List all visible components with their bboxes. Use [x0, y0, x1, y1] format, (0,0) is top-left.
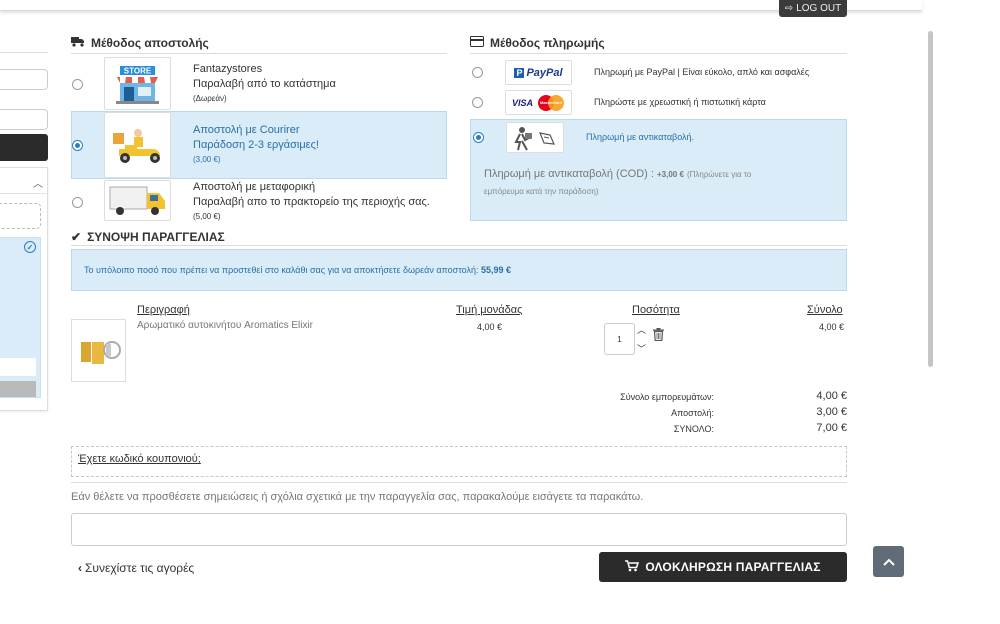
shipping-option-name: Fantazystores — [193, 63, 263, 75]
payment-option-paypal[interactable]: P PayPal Πληρωμή με PayPal | Είναι εύκολ… — [470, 59, 846, 87]
truck-image — [104, 180, 171, 221]
logout-icon: ⇨ — [784, 3, 794, 14]
payment-option-card[interactable]: VISA MasterCard Πληρώστε με χρεωστική ή … — [470, 89, 846, 117]
shipping-radio[interactable] — [72, 140, 83, 151]
shipping-option-desc: Παραλαβή από το κατάστημα — [193, 78, 336, 90]
column-header-unit-price[interactable]: Τιμή μονάδας — [456, 304, 522, 316]
mastercard-icon: MasterCard — [537, 94, 565, 111]
svg-text:STORE: STORE — [124, 67, 152, 76]
quantity-input[interactable]: 1 — [604, 323, 635, 355]
cod-fee: +3,00 € — [657, 170, 684, 179]
logout-button[interactable]: ⇨ LOG OUT — [779, 0, 847, 17]
paypal-logo: P PayPal — [505, 60, 572, 85]
left-panel-divider — [0, 52, 48, 53]
cod-image — [506, 122, 564, 153]
column-header-total[interactable]: Σύνολο — [807, 304, 843, 316]
product-unit-price: 4,00 € — [477, 322, 503, 332]
payment-option-text: Πληρωμή με PayPal | Είναι εύκολο, απλό κ… — [594, 67, 810, 77]
shipping-option-store[interactable]: STORE Fantazystores Παραλαβή από το κατά… — [71, 56, 447, 111]
continue-shopping-link[interactable]: ‹ Συνεχίστε τις αγορές — [78, 561, 194, 575]
grand-total-value: 7,00 € — [816, 422, 847, 434]
subtotal-value: 4,00 € — [816, 390, 847, 402]
payment-radio[interactable] — [473, 132, 484, 143]
payment-radio[interactable] — [472, 67, 483, 78]
coupon-section[interactable]: Έχετε κωδικό κουπονιού; — [71, 446, 847, 477]
summary-section-title: ✔ ΣΥΝΟΨΗ ΠΑΡΑΓΓΕΛΙΑΣ — [71, 230, 225, 244]
column-header-description[interactable]: Περιγραφή — [137, 304, 190, 316]
product-total: 4,00 € — [819, 322, 845, 332]
product-name[interactable]: Αρωματικό αυτοκινήτου Aromatics Elixir — [137, 320, 313, 331]
chevron-left-icon: ‹ — [78, 561, 82, 575]
left-panel-dashed-field[interactable] — [0, 203, 41, 229]
shipping-option-price: (Δωρεάν) — [193, 94, 227, 103]
shipping-option-freight[interactable]: Αποστολή με μεταφορική Παραλαβή απο το π… — [71, 179, 447, 234]
cart-icon — [625, 559, 640, 575]
checkout-button[interactable]: ΟΛΟΚΛΗΡΩΣΗ ΠΑΡΑΓΓΕΛΙΑΣ — [599, 552, 847, 582]
payment-option-text: Πληρώστε με χρεωστική ή πιστωτική κάρτα — [594, 97, 766, 107]
cod-note: (Πληρώνετε για το — [686, 170, 752, 179]
shipping-option-name: Αποστολή με μεταφορική — [193, 181, 316, 193]
chevron-up-icon[interactable]: ︿ — [33, 175, 43, 190]
shipping-option-desc: Παραλαβή απο το πρακτορείο της περιοχής … — [193, 196, 430, 208]
left-panel-row — [0, 358, 36, 376]
payment-section-title: Μέθοδος πληρωμής — [470, 36, 605, 50]
shipping-divider — [71, 53, 447, 54]
cod-note: εμπόρευμα κατά την παράδοση) — [484, 187, 599, 196]
left-panel-button[interactable] — [0, 134, 48, 161]
shipping-option-courier[interactable]: Αποστολή με Courirer Παράδοση 2-3 εργάσι… — [71, 111, 447, 179]
credit-card-icon — [470, 36, 484, 50]
left-panel-button[interactable] — [0, 381, 36, 397]
scrollbar-thumb[interactable] — [928, 31, 933, 367]
scroll-to-top-button[interactable] — [873, 546, 904, 577]
shipping-cost-label: Αποστολή: — [671, 408, 714, 418]
notes-label: Εάν θέλετε να προσθέσετε σημειώσεις ή σχ… — [71, 491, 644, 503]
alert-amount: 55,99 € — [480, 265, 512, 275]
shipping-section-title: Μέθοδος αποστολής — [71, 36, 209, 50]
notes-textarea[interactable] — [71, 513, 847, 546]
shipping-cost-value: 3,00 € — [816, 406, 847, 418]
chevron-down-icon[interactable]: ﹀ — [637, 342, 646, 355]
chevron-up-icon — [882, 558, 895, 566]
column-header-quantity[interactable]: Ποσότητα — [632, 304, 680, 316]
left-panel-input[interactable] — [0, 109, 48, 130]
card-logos: VISA MasterCard — [505, 90, 572, 115]
trash-icon[interactable] — [653, 328, 664, 344]
left-panel-input[interactable] — [0, 69, 48, 90]
cod-title: Πληρωμή με αντικαταβολή (COD) : — [484, 168, 654, 180]
quantity-stepper[interactable]: ︿ ﹀ — [635, 323, 648, 355]
chevron-up-icon[interactable]: ︿ — [637, 323, 646, 336]
grand-total-label: ΣΥΝΟΛΟ: — [673, 424, 714, 434]
free-shipping-alert: Το υπόλοιπο ποσό που πρέπει να προστεθεί… — [71, 249, 847, 291]
shipping-option-price: (3,00 €) — [193, 155, 221, 164]
payment-option-text: Πληρωμή με αντικαταβολή. — [586, 132, 695, 142]
shipping-option-desc: Παράδοση 2-3 εργάσιμες! — [193, 139, 319, 151]
payment-radio[interactable] — [472, 97, 483, 108]
check-circle-icon: ✓ — [24, 241, 36, 253]
summary-divider — [71, 245, 847, 246]
truck-icon — [71, 36, 85, 50]
checkmark-icon: ✔ — [71, 230, 82, 244]
coupon-link[interactable]: Έχετε κωδικό κουπονιού; — [78, 453, 201, 465]
payment-option-cod[interactable]: Πληρωμή με αντικαταβολή. Πληρωμή με αντι… — [470, 119, 847, 221]
logout-label: LOG OUT — [796, 3, 842, 14]
payment-divider — [470, 53, 847, 54]
courier-image — [104, 112, 171, 178]
shipping-radio[interactable] — [72, 79, 83, 90]
notes-divider — [71, 482, 847, 483]
left-panel-divider — [0, 193, 48, 194]
shipping-option-name: Αποστολή με Courirer — [193, 124, 300, 136]
product-image[interactable] — [71, 319, 126, 382]
shipping-option-price: (5,00 €) — [193, 212, 221, 221]
subtotal-label: Σύνολο εμπορευμάτων: — [620, 392, 714, 402]
shipping-radio[interactable] — [72, 197, 83, 208]
store-image: STORE — [104, 57, 171, 110]
